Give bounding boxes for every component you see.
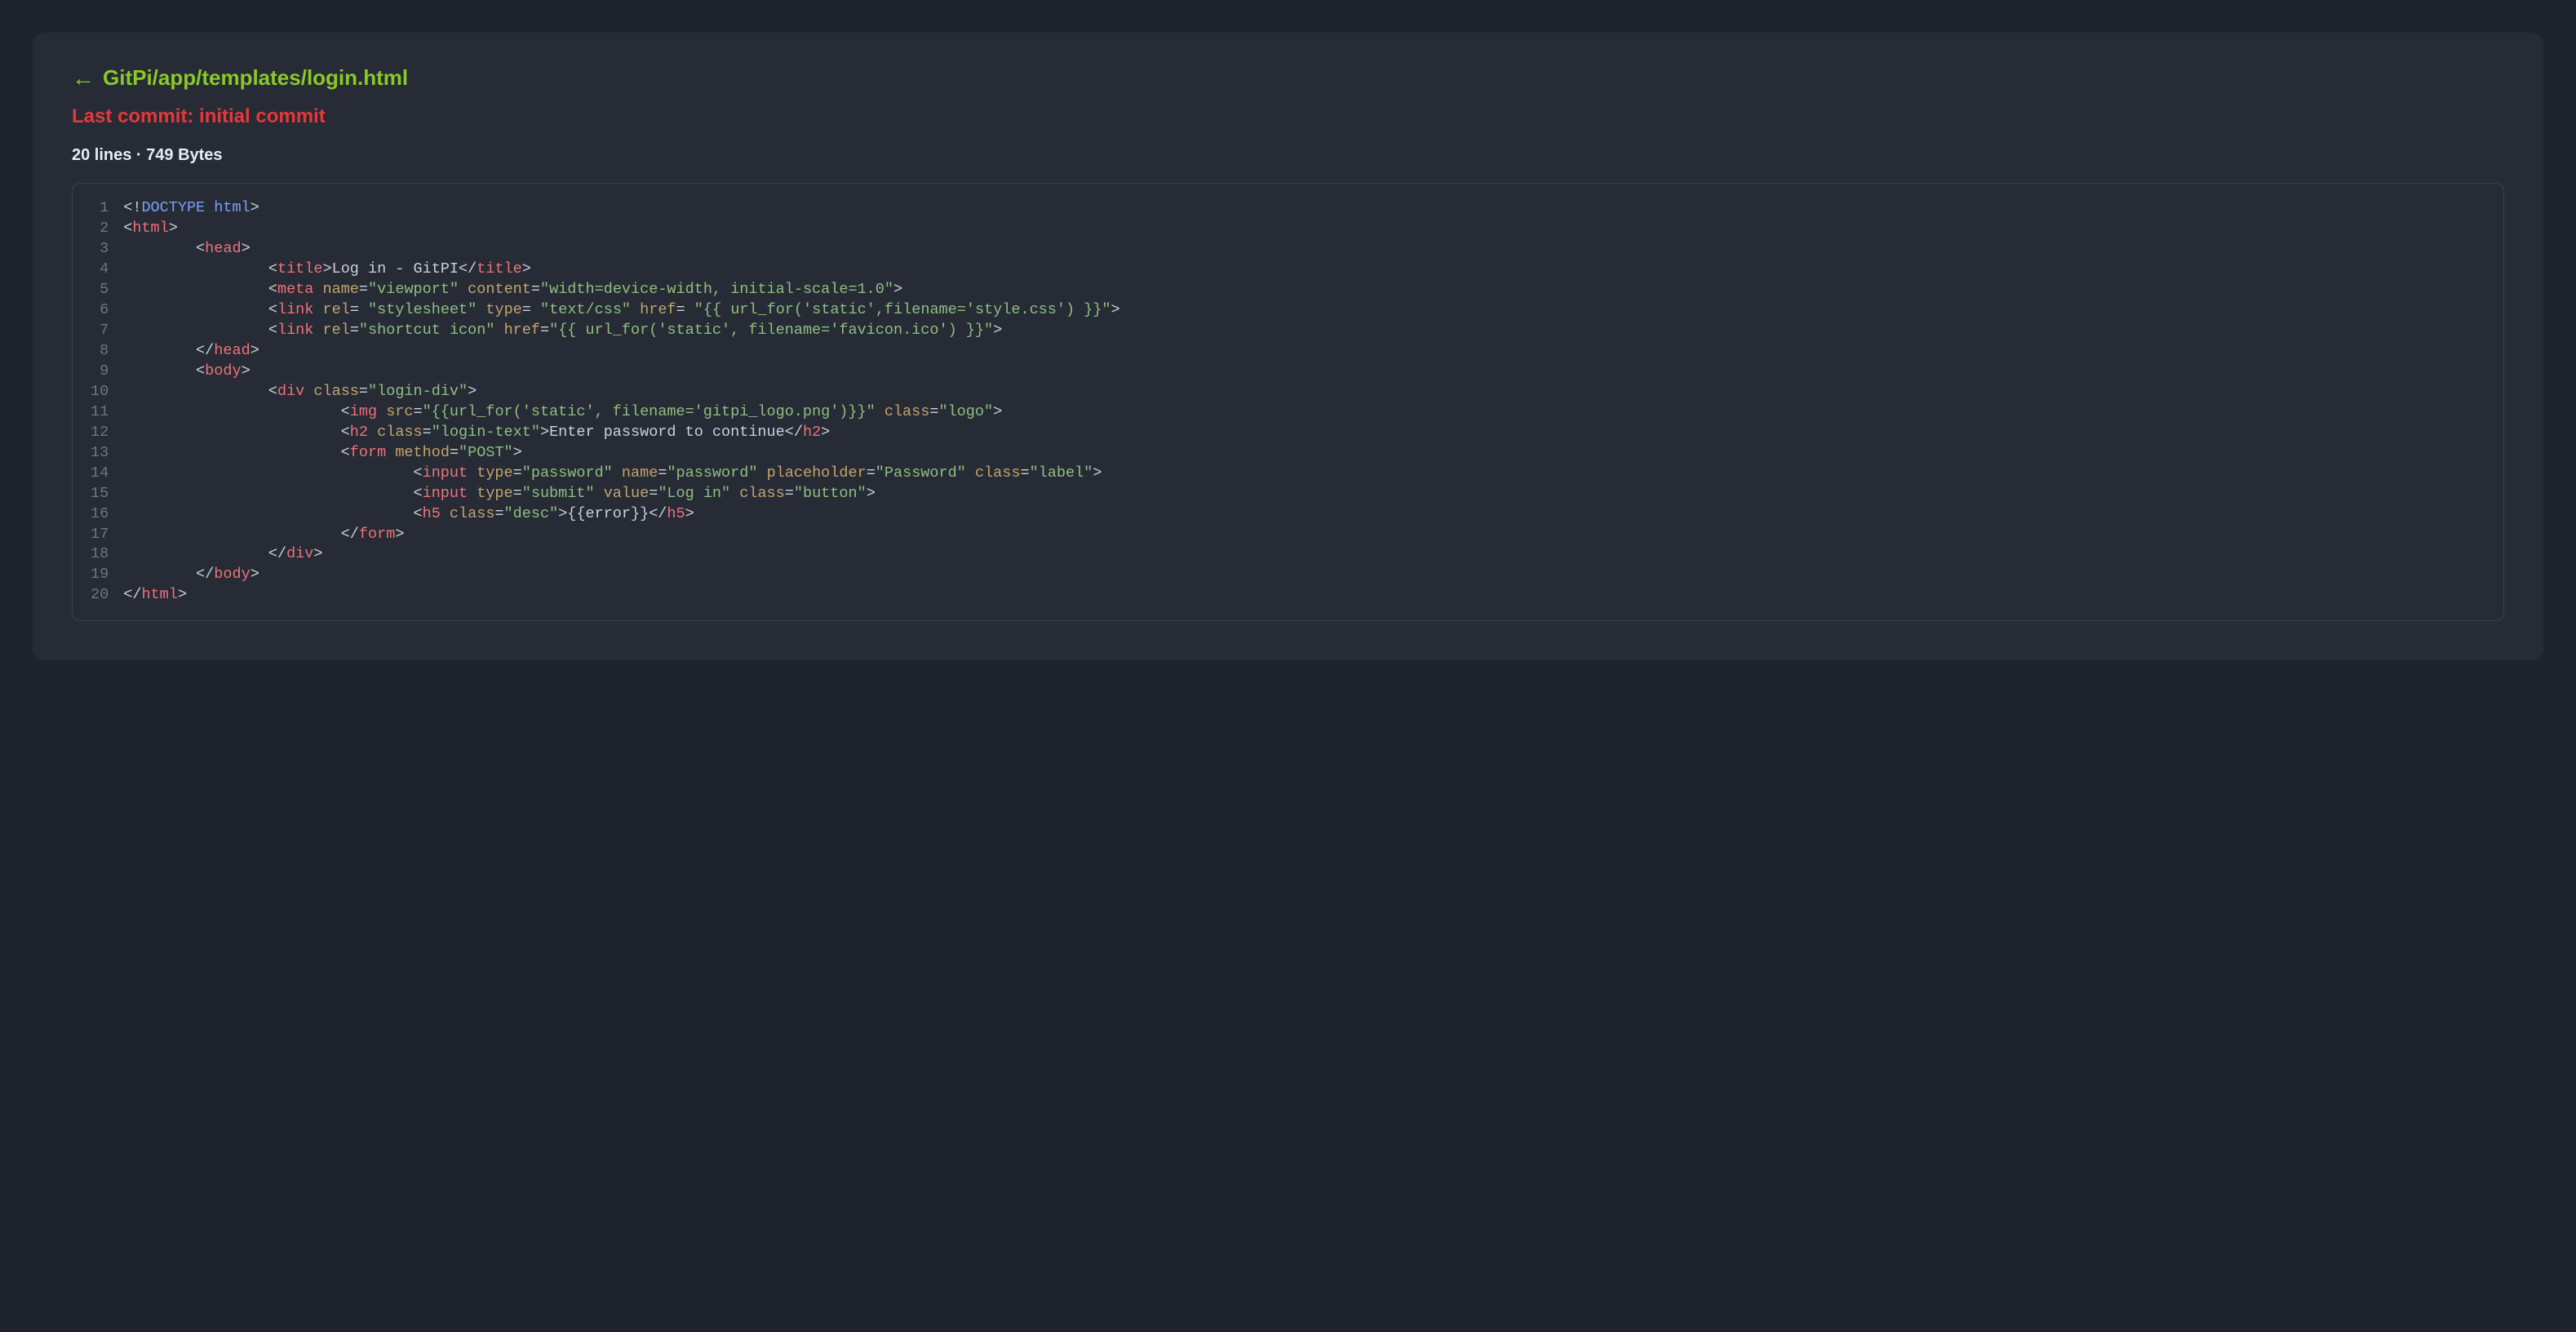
file-path-row: ← GitPi/app/templates/login.html xyxy=(72,65,2504,91)
code-line: 1<!DOCTYPE html> xyxy=(91,198,1120,219)
line-content: <meta name="viewport" content="width=dev… xyxy=(123,280,1120,300)
code-line: 18 </div> xyxy=(91,544,1120,565)
line-content: <h2 class="login-text">Enter password to… xyxy=(123,423,1120,443)
code-line: 3 <head> xyxy=(91,239,1120,260)
code-table: 1<!DOCTYPE html>2<html>3 <head>4 <title>… xyxy=(91,198,1120,606)
line-number: 13 xyxy=(91,443,123,464)
line-number: 9 xyxy=(91,362,123,382)
line-content: <input type="password" name="password" p… xyxy=(123,464,1120,484)
line-content: </div> xyxy=(123,544,1120,565)
code-line: 15 <input type="submit" value="Log in" c… xyxy=(91,484,1120,504)
line-number: 18 xyxy=(91,544,123,565)
line-number: 4 xyxy=(91,260,123,280)
line-content: <link rel="shortcut icon" href="{{ url_f… xyxy=(123,321,1120,341)
line-number: 14 xyxy=(91,464,123,484)
line-content: </form> xyxy=(123,525,1120,545)
line-number: 19 xyxy=(91,565,123,585)
file-meta: 20 lines · 749 Bytes xyxy=(72,146,2504,165)
line-content: <head> xyxy=(123,239,1120,260)
code-line: 6 <link rel= "stylesheet" type= "text/cs… xyxy=(91,300,1120,321)
line-number: 5 xyxy=(91,280,123,300)
line-number: 17 xyxy=(91,525,123,545)
line-number: 10 xyxy=(91,382,123,402)
code-line: 12 <h2 class="login-text">Enter password… xyxy=(91,423,1120,443)
line-number: 6 xyxy=(91,300,123,321)
code-line: 2<html> xyxy=(91,219,1120,239)
line-content: <h5 class="desc">{{error}}</h5> xyxy=(123,504,1120,525)
code-line: 11 <img src="{{url_for('static', filenam… xyxy=(91,402,1120,423)
line-content: <link rel= "stylesheet" type= "text/css"… xyxy=(123,300,1120,321)
line-content: <div class="login-div"> xyxy=(123,382,1120,402)
line-content: <form method="POST"> xyxy=(123,443,1120,464)
code-line: 7 <link rel="shortcut icon" href="{{ url… xyxy=(91,321,1120,341)
code-line: 9 <body> xyxy=(91,362,1120,382)
line-content: <title>Log in - GitPI</title> xyxy=(123,260,1120,280)
line-number: 16 xyxy=(91,504,123,525)
line-content: </head> xyxy=(123,341,1120,362)
line-number: 15 xyxy=(91,484,123,504)
line-number: 8 xyxy=(91,341,123,362)
code-line: 4 <title>Log in - GitPI</title> xyxy=(91,260,1120,280)
code-box: 1<!DOCTYPE html>2<html>3 <head>4 <title>… xyxy=(72,183,2504,621)
line-number: 2 xyxy=(91,219,123,239)
line-content: </html> xyxy=(123,585,1120,606)
line-content: <img src="{{url_for('static', filename='… xyxy=(123,402,1120,423)
last-commit[interactable]: Last commit: initial commit xyxy=(72,105,2504,128)
code-line: 16 <h5 class="desc">{{error}}</h5> xyxy=(91,504,1120,525)
line-number: 12 xyxy=(91,423,123,443)
code-line: 5 <meta name="viewport" content="width=d… xyxy=(91,280,1120,300)
code-line: 8 </head> xyxy=(91,341,1120,362)
page: ← GitPi/app/templates/login.html Last co… xyxy=(0,0,2576,693)
line-number: 7 xyxy=(91,321,123,341)
back-arrow-icon[interactable]: ← xyxy=(72,67,95,90)
code-line: 14 <input type="password" name="password… xyxy=(91,464,1120,484)
line-number: 1 xyxy=(91,198,123,219)
line-content: <html> xyxy=(123,219,1120,239)
line-number: 3 xyxy=(91,239,123,260)
line-content: <!DOCTYPE html> xyxy=(123,198,1120,219)
line-number: 11 xyxy=(91,402,123,423)
file-path[interactable]: GitPi/app/templates/login.html xyxy=(103,65,408,91)
line-content: <body> xyxy=(123,362,1120,382)
line-content: </body> xyxy=(123,565,1120,585)
code-line: 13 <form method="POST"> xyxy=(91,443,1120,464)
code-line: 17 </form> xyxy=(91,525,1120,545)
file-panel: ← GitPi/app/templates/login.html Last co… xyxy=(33,33,2543,660)
code-line: 20</html> xyxy=(91,585,1120,606)
code-line: 19 </body> xyxy=(91,565,1120,585)
line-number: 20 xyxy=(91,585,123,606)
code-line: 10 <div class="login-div"> xyxy=(91,382,1120,402)
line-content: <input type="submit" value="Log in" clas… xyxy=(123,484,1120,504)
